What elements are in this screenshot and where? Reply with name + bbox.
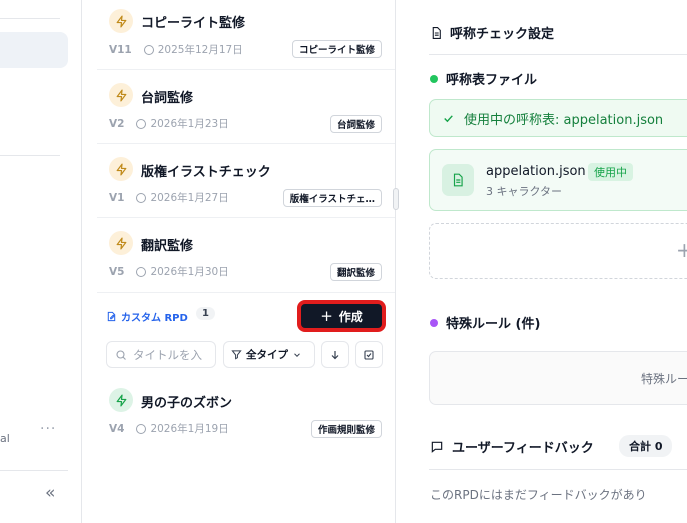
item-type-badge: 翻訳監修 bbox=[329, 263, 382, 281]
create-button[interactable]: + 作成 bbox=[300, 303, 383, 329]
appellation-file-card[interactable]: appelation.json 使用中 3 キャラクター bbox=[429, 149, 687, 211]
sidebar-divider bbox=[0, 155, 60, 156]
lightning-icon bbox=[109, 9, 133, 33]
file-name: appelation.json bbox=[486, 164, 586, 179]
check-icon bbox=[444, 114, 453, 122]
custom-rpd-label: カスタム RPD bbox=[106, 309, 188, 324]
type-filter-select[interactable]: 全タイプ bbox=[223, 341, 315, 368]
item-date: 2026年1月30日 bbox=[150, 266, 229, 278]
item-title: 翻訳監修 bbox=[141, 239, 194, 254]
feedback-empty-text: このRPDにはまだフィードバックがあり bbox=[430, 488, 647, 502]
clock-icon bbox=[136, 423, 147, 434]
in-use-badge: 使用中 bbox=[588, 163, 633, 181]
clock-icon bbox=[143, 44, 154, 55]
search-box[interactable] bbox=[106, 341, 216, 368]
sidebar-divider bbox=[0, 18, 60, 19]
chat-icon bbox=[431, 441, 443, 453]
custom-rpd-text: カスタム RPD bbox=[121, 313, 188, 324]
feedback-title: ユーザーフィードバック bbox=[430, 437, 594, 456]
appellation-title: 呼称表ファイル bbox=[430, 69, 537, 88]
item-version: V2 bbox=[109, 117, 125, 130]
section-title: 呼称チェック設定 bbox=[430, 23, 554, 42]
type-filter-value: 全タイプ bbox=[246, 349, 288, 361]
item-version: V4 bbox=[109, 422, 125, 435]
item-version: V11 bbox=[109, 43, 132, 56]
clock-icon bbox=[136, 266, 147, 277]
create-button-label: 作成 bbox=[338, 309, 363, 324]
divider bbox=[429, 54, 687, 55]
upload-dropzone[interactable]: + bbox=[429, 223, 687, 279]
item-type-badge: 版権イラストチェ… bbox=[282, 189, 382, 207]
sidebar-divider bbox=[0, 470, 68, 471]
item-type-badge: 台詞監修 bbox=[329, 115, 382, 133]
status-dot bbox=[430, 318, 438, 327]
list-item[interactable]: 男の子のズボン V4 2026年1月19日 作画規則監修 bbox=[97, 376, 395, 444]
collapse-sidebar-icon[interactable]: « bbox=[45, 483, 55, 503]
active-appellation-notice: 使用中の呼称表: appelation.json bbox=[429, 99, 687, 137]
active-appellation-text: 使用中の呼称表: appelation.json bbox=[464, 112, 664, 128]
checkbox-icon bbox=[364, 349, 374, 360]
rpd-list: コピーライト監修 V11 2025年12月17日 コピーライト監修 台詞監修 V… bbox=[97, 0, 395, 523]
chevron-down-icon bbox=[294, 352, 300, 357]
detail-panel: 呼称チェック設定 呼称表ファイル 使用中の呼称表: appelation.jso… bbox=[396, 0, 687, 523]
list-item[interactable]: 翻訳監修 V5 2026年1月30日 翻訳監修 bbox=[97, 219, 395, 293]
edit-doc-icon bbox=[107, 311, 116, 322]
plus-icon: + bbox=[320, 307, 333, 325]
item-title: 台詞監修 bbox=[141, 91, 194, 106]
lightning-icon bbox=[109, 388, 133, 412]
item-date: 2025年12月17日 bbox=[157, 44, 243, 56]
clock-icon bbox=[136, 118, 147, 129]
rules-title-text: 特殊ルール (件) bbox=[446, 317, 541, 332]
rules-empty-box: 特殊ルー bbox=[429, 351, 687, 405]
search-icon bbox=[116, 349, 126, 360]
list-item[interactable]: 台詞監修 V2 2026年1月23日 台詞監修 bbox=[97, 71, 395, 144]
rules-title: 特殊ルール (件) bbox=[430, 313, 540, 332]
sidebar-user-name: al bbox=[0, 432, 10, 445]
item-date: 2026年1月27日 bbox=[150, 192, 229, 204]
item-meta: V5 2026年1月30日 bbox=[109, 264, 229, 279]
search-input[interactable] bbox=[133, 347, 213, 362]
file-text-icon bbox=[453, 173, 463, 187]
item-type-badge: 作画規則監修 bbox=[310, 420, 382, 438]
file-icon bbox=[442, 164, 474, 196]
list-item[interactable]: 版権イラストチェック V1 2026年1月27日 版権イラストチェ… bbox=[97, 145, 395, 218]
item-meta: V11 2025年12月17日 bbox=[109, 42, 243, 57]
item-version: V1 bbox=[109, 191, 125, 204]
item-title: 版権イラストチェック bbox=[141, 165, 271, 180]
item-date: 2026年1月23日 bbox=[150, 118, 229, 130]
more-icon[interactable]: ··· bbox=[40, 421, 56, 437]
section-title-text: 呼称チェック設定 bbox=[450, 27, 555, 42]
status-dot bbox=[430, 74, 438, 83]
item-meta: V1 2026年1月27日 bbox=[109, 190, 229, 205]
filter-icon bbox=[231, 350, 242, 360]
custom-count-badge: 1 bbox=[196, 307, 215, 320]
sidebar-item-active[interactable] bbox=[0, 32, 68, 68]
character-count: 3 キャラクター bbox=[486, 185, 563, 198]
lightning-icon bbox=[109, 83, 133, 107]
divider bbox=[429, 469, 687, 470]
clock-icon bbox=[136, 192, 147, 203]
select-mode-button[interactable] bbox=[355, 341, 383, 368]
rules-empty-text: 特殊ルー bbox=[641, 372, 687, 386]
item-version: V5 bbox=[109, 265, 125, 278]
item-type-badge: コピーライト監修 bbox=[291, 40, 382, 58]
lightning-icon bbox=[109, 231, 133, 255]
plus-icon: + bbox=[676, 238, 687, 262]
list-item[interactable]: コピーライト監修 V11 2025年12月17日 コピーライト監修 bbox=[97, 0, 395, 70]
item-meta: V2 2026年1月23日 bbox=[109, 116, 229, 131]
item-date: 2026年1月19日 bbox=[150, 423, 229, 435]
feedback-title-text: ユーザーフィードバック bbox=[452, 441, 594, 456]
feedback-total-badge: 合計 0 bbox=[619, 435, 673, 457]
item-title: 男の子のズボン bbox=[141, 396, 233, 411]
arrow-down-icon bbox=[331, 350, 339, 359]
lightning-icon bbox=[109, 157, 133, 181]
item-meta: V4 2026年1月19日 bbox=[109, 421, 229, 436]
item-title: コピーライト監修 bbox=[141, 16, 246, 31]
appellation-title-text: 呼称表ファイル bbox=[446, 73, 538, 88]
sort-button[interactable] bbox=[321, 341, 349, 368]
filter-row: 全タイプ bbox=[106, 341, 386, 368]
left-sidebar: al ··· « bbox=[0, 0, 82, 523]
document-icon bbox=[432, 26, 441, 39]
